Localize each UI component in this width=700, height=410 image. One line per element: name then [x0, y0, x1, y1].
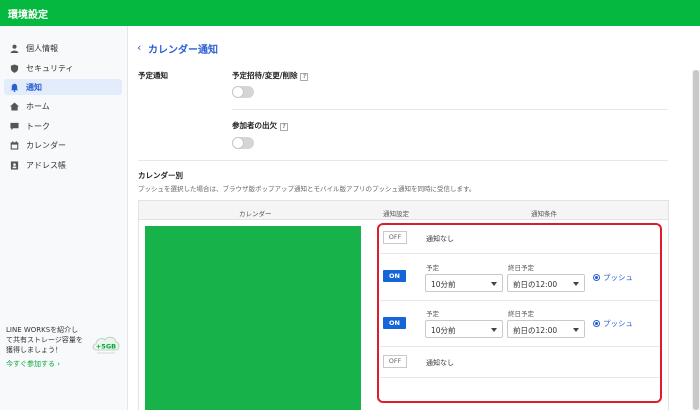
shield-icon: [10, 63, 19, 73]
table-header: カレンダー 通知設定 通知条件: [138, 200, 669, 220]
page-title: カレンダー通知: [148, 45, 218, 56]
help-icon[interactable]: ?: [280, 123, 288, 131]
highlight-box: [377, 223, 662, 403]
sidebar-item-calendar[interactable]: カレンダー: [4, 137, 122, 153]
home-icon: [10, 101, 19, 111]
invite-label-text: 予定招待/変更/削除: [232, 71, 298, 80]
attendee-label-text: 参加者の出欠: [232, 121, 277, 130]
sidebar-item-label: アドレス帳: [26, 160, 66, 170]
invite-notification-toggle[interactable]: [232, 86, 254, 98]
app-header: 環境設定: [0, 0, 700, 26]
column-header-calendar: カレンダー: [239, 210, 272, 218]
attendee-notification-toggle[interactable]: [232, 137, 254, 149]
sidebar-item-label: 通知: [26, 82, 42, 92]
sidebar-item-security[interactable]: セキュリティ: [4, 60, 122, 76]
scrollbar[interactable]: [692, 70, 700, 410]
bell-icon: [10, 83, 19, 92]
promo-line: LINE WORKSを紹介し: [6, 326, 79, 334]
per-calendar-label: カレンダー別: [138, 171, 183, 180]
schedule-notification-label: 予定通知: [138, 71, 168, 80]
sidebar-item-home[interactable]: ホーム: [4, 98, 122, 114]
sidebar-item-personal-info[interactable]: 個人情報: [4, 40, 122, 56]
divider: [232, 109, 668, 110]
promo-line: 獲得しましょう！: [6, 346, 62, 354]
sidebar-item-talk[interactable]: トーク: [4, 118, 122, 134]
calendar-list-block: [145, 226, 361, 410]
sidebar-item-label: 個人情報: [26, 43, 58, 53]
address-book-icon: [10, 160, 19, 170]
promo-text: LINE WORKSを紹介し て共有ストレージ容量を 獲得しましょう！: [6, 325, 96, 355]
divider: [138, 160, 668, 161]
sidebar-item-label: トーク: [26, 121, 50, 131]
sidebar-item-notifications[interactable]: 通知: [4, 79, 122, 95]
column-header-notification-setting: 通知設定: [383, 210, 409, 218]
promo-line: て共有ストレージ容量を: [6, 336, 83, 344]
promo-badge: +5GB: [96, 343, 116, 351]
promo-join-link[interactable]: 今すぐ参加する ›: [6, 359, 60, 369]
sidebar-item-label: セキュリティ: [26, 63, 74, 73]
header-title: 環境設定: [8, 10, 48, 21]
column-header-notification-condition: 通知条件: [531, 210, 557, 218]
back-chevron-icon[interactable]: ‹: [137, 41, 141, 54]
sidebar-item-address-book[interactable]: アドレス帳: [4, 157, 122, 173]
push-description: プッシュを選択した場合は、ブラウザ版ポップアップ通知とモバイル版アプリのプッシュ…: [138, 185, 476, 193]
person-icon: [10, 44, 19, 53]
sidebar-item-label: カレンダー: [26, 140, 66, 150]
invite-change-delete-label: 予定招待/変更/削除?: [232, 70, 309, 81]
calendar-icon: [10, 140, 19, 150]
help-icon[interactable]: ?: [300, 73, 309, 81]
cloud-storage-icon: +5GB: [92, 336, 120, 354]
sidebar-item-label: ホーム: [26, 101, 50, 111]
attendee-response-label: 参加者の出欠?: [232, 120, 288, 131]
scrollbar-thumb[interactable]: [693, 70, 699, 410]
chat-icon: [10, 122, 19, 130]
